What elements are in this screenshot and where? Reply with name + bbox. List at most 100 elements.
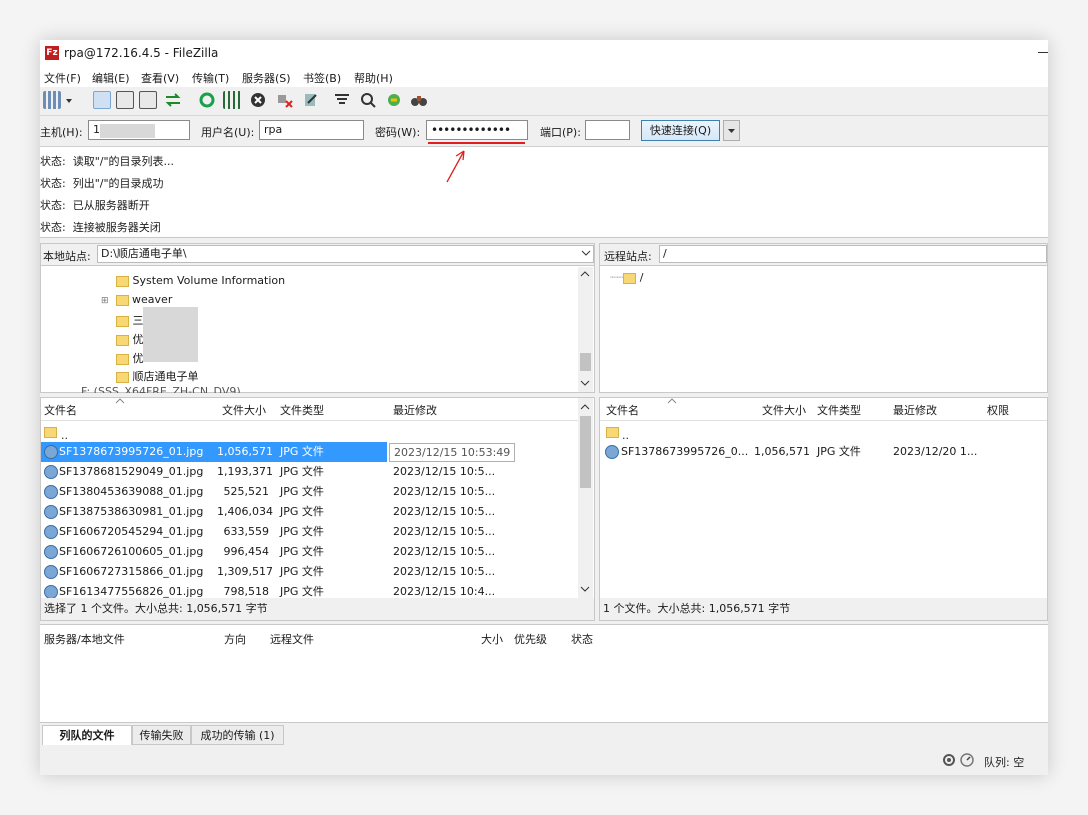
- scroll-up-icon[interactable]: [580, 403, 590, 411]
- directory-filter-icon[interactable]: [333, 91, 351, 109]
- scrollbar-thumb[interactable]: [580, 353, 591, 371]
- queue-tabs: 列队的文件 传输失败 成功的传输 (1): [40, 722, 1048, 747]
- scroll-up-icon[interactable]: [580, 270, 590, 278]
- tree-item-shundiantong[interactable]: 顺店通电子单: [116, 368, 199, 384]
- remote-column-header: 文件名 文件大小 文件类型 最近修改 权限: [600, 398, 1047, 421]
- window-title: rpa@172.16.4.5 - FileZilla: [64, 46, 219, 60]
- folder-icon: [116, 353, 129, 365]
- process-queue-icon[interactable]: [223, 91, 241, 109]
- scroll-down-icon[interactable]: [580, 585, 590, 593]
- column-filesize[interactable]: 文件大小: [762, 402, 806, 418]
- synchronized-browsing-icon[interactable]: [385, 91, 403, 109]
- local-tree-scrollbar[interactable]: [578, 267, 593, 392]
- column-priority[interactable]: 优先级: [514, 631, 547, 647]
- column-filename[interactable]: 文件名: [44, 402, 77, 418]
- column-direction[interactable]: 方向: [224, 631, 246, 647]
- local-tree-toggle-icon[interactable]: [116, 91, 134, 109]
- jpg-file-icon: [44, 465, 58, 479]
- dropdown-arrow-icon[interactable]: [64, 91, 74, 109]
- menu-help[interactable]: 帮助(H): [354, 70, 393, 86]
- local-site-bar: 本地站点: D:\顺店通电子单\: [41, 244, 594, 266]
- folder-icon: [623, 272, 637, 284]
- expand-icon[interactable]: ⊞: [101, 296, 109, 306]
- jpg-file-icon: [44, 585, 58, 598]
- table-row[interactable]: SF1378673995726_01.jpg 1,056,571 JPG 文件 …: [41, 442, 578, 462]
- tree-item-system-volume[interactable]: System Volume Information: [116, 274, 285, 287]
- menu-edit[interactable]: 编辑(E): [92, 70, 130, 86]
- menu-transfer[interactable]: 传输(T): [192, 70, 229, 86]
- tree-item-root[interactable]: ┈┈ /: [610, 271, 643, 284]
- column-modified[interactable]: 最近修改: [893, 402, 937, 418]
- minimize-icon[interactable]: [1038, 52, 1048, 53]
- tab-queued-files[interactable]: 列队的文件: [42, 725, 132, 745]
- column-filesize[interactable]: 文件大小: [222, 402, 266, 418]
- tree-item-redacted-3[interactable]: 优: [116, 350, 144, 366]
- tree-item-drive-f[interactable]: F: (SSS_X64FRE_ZH-CN_DV9): [81, 385, 241, 393]
- quickconnect-history-dropdown[interactable]: [723, 120, 740, 141]
- scroll-down-icon[interactable]: [580, 379, 590, 387]
- menu-bookmarks[interactable]: 书签(B): [303, 70, 341, 86]
- tree-item-redacted-2[interactable]: 优: [116, 331, 144, 347]
- redacted-host-overlay: [100, 124, 155, 138]
- local-path-input[interactable]: D:\顺店通电子单\: [97, 245, 594, 263]
- table-row[interactable]: SF1378681529049_01.jpg 1,193,371 JPG 文件 …: [41, 462, 578, 482]
- column-remote-file[interactable]: 远程文件: [270, 631, 314, 647]
- column-filename[interactable]: 文件名: [606, 402, 639, 418]
- quickconnect-button[interactable]: 快速连接(Q): [641, 120, 720, 141]
- table-row[interactable]: SF1380453639088_01.jpg 525,521 JPG 文件 20…: [41, 482, 578, 502]
- status-bar: 队列: 空: [40, 747, 1048, 775]
- filezilla-app-icon: Fz: [45, 46, 59, 60]
- table-row[interactable]: SF1378673995726_0... 1,056,571 JPG 文件 20…: [600, 442, 1047, 462]
- tree-item-redacted-1[interactable]: 三: [116, 312, 144, 328]
- site-manager-icon[interactable]: [43, 91, 61, 109]
- tab-successful-transfers[interactable]: 成功的传输 (1): [191, 725, 284, 745]
- table-row[interactable]: SF1387538630981_01.jpg 1,406,034 JPG 文件 …: [41, 502, 578, 522]
- remote-path-input[interactable]: /: [659, 245, 1047, 263]
- jpg-file-icon: [44, 565, 58, 579]
- refresh-icon[interactable]: [198, 91, 216, 109]
- toggle-comparison-icon[interactable]: [359, 91, 377, 109]
- transfer-queue-toggle-icon[interactable]: [164, 91, 182, 109]
- folder-icon: [116, 334, 129, 346]
- column-filetype[interactable]: 文件类型: [817, 402, 861, 418]
- password-input[interactable]: •••••••••••••: [426, 120, 528, 140]
- disconnect-icon[interactable]: [276, 91, 294, 109]
- menu-server[interactable]: 服务器(S): [242, 70, 291, 86]
- remote-file-list: 文件名 文件大小 文件类型 最近修改 权限 .. SF1378673995726…: [599, 397, 1048, 621]
- log-line: 状态: 读取"/"的目录列表...: [40, 155, 175, 168]
- speed-limit-icon[interactable]: [960, 753, 974, 767]
- menu-file[interactable]: 文件(F): [44, 70, 81, 86]
- chevron-down-icon[interactable]: [581, 248, 591, 261]
- list-item-parent-dir[interactable]: ..: [41, 422, 578, 442]
- list-item-parent-dir[interactable]: ..: [600, 422, 1047, 442]
- search-files-icon[interactable]: [410, 91, 428, 109]
- table-row[interactable]: SF1606726100605_01.jpg 996,454 JPG 文件 20…: [41, 542, 578, 562]
- table-row[interactable]: SF1606727315866_01.jpg 1,309,517 JPG 文件 …: [41, 562, 578, 582]
- scrollbar-thumb[interactable]: [580, 416, 591, 488]
- table-row[interactable]: SF1606720545294_01.jpg 633,559 JPG 文件 20…: [41, 522, 578, 542]
- cancel-icon[interactable]: [249, 91, 267, 109]
- title-bar: Fz rpa@172.16.4.5 - FileZilla: [40, 40, 1048, 67]
- reconnect-icon[interactable]: [302, 91, 320, 109]
- column-permissions[interactable]: 权限: [987, 402, 1009, 418]
- column-server-local-file[interactable]: 服务器/本地文件: [44, 631, 125, 647]
- gear-icon[interactable]: [942, 753, 956, 767]
- port-label: 端口(P):: [540, 126, 581, 139]
- remote-tree-toggle-icon[interactable]: [139, 91, 157, 109]
- port-input[interactable]: [585, 120, 630, 140]
- jpg-file-icon: [44, 485, 58, 499]
- local-list-scrollbar[interactable]: [578, 398, 593, 598]
- tab-failed-transfers[interactable]: 传输失败: [132, 725, 191, 745]
- jpg-file-icon: [605, 445, 619, 459]
- column-modified[interactable]: 最近修改: [393, 402, 437, 418]
- menu-view[interactable]: 查看(V): [141, 70, 179, 86]
- message-log-toggle-icon[interactable]: [93, 91, 111, 109]
- username-input[interactable]: rpa: [259, 120, 364, 140]
- column-size[interactable]: 大小: [481, 631, 503, 647]
- tree-item-weaver[interactable]: ⊞ weaver: [101, 293, 172, 306]
- column-status[interactable]: 状态: [571, 631, 593, 647]
- column-filetype[interactable]: 文件类型: [280, 402, 324, 418]
- table-row[interactable]: SF1613477556826_01.jpg 798,518 JPG 文件 20…: [41, 582, 578, 598]
- remote-status-line: 1 个文件。大小总共: 1,056,571 字节: [600, 598, 1047, 620]
- redacted-folder-names-overlay: [143, 307, 198, 362]
